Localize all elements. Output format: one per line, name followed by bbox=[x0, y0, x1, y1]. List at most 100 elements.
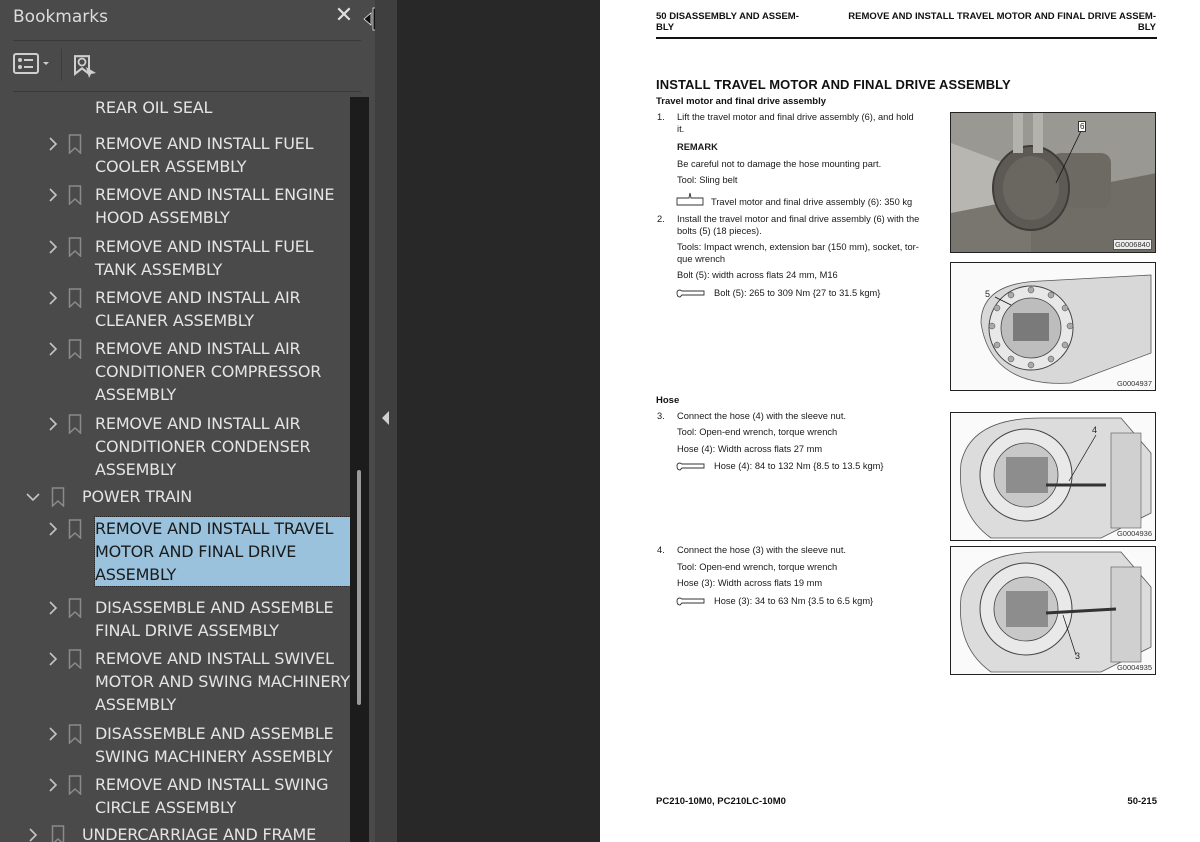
bolt-torque: Bolt (5): 265 to 309 Nm {27 to 31.5 kgm} bbox=[714, 288, 881, 298]
chevron-right-icon[interactable] bbox=[46, 521, 60, 537]
torque-wrench-icon bbox=[676, 287, 706, 305]
close-icon[interactable]: ✕ bbox=[333, 4, 355, 28]
bookmark-label[interactable]: REMOVE AND INSTALL TRAVEL MOTOR AND FINA… bbox=[94, 516, 350, 587]
chevron-right-icon[interactable] bbox=[46, 239, 60, 255]
chevron-right-icon[interactable] bbox=[46, 136, 60, 152]
page-title: INSTALL TRAVEL MOTOR AND FINAL DRIVE ASS… bbox=[656, 77, 1011, 92]
collapse-panel-icon[interactable] bbox=[382, 410, 390, 425]
bookmark-label[interactable]: REMOVE AND INSTALL AIR CONDITIONER CONDE… bbox=[95, 412, 350, 481]
remark-label: REMARK bbox=[677, 142, 718, 152]
figure-callout: 6 bbox=[1078, 121, 1087, 132]
bookmarks-panel: Bookmarks ✕ REAR OIL SEAL REMOVE AND INS… bbox=[0, 0, 389, 842]
bookmark-label[interactable]: UNDERCARRIAGE AND FRAME bbox=[82, 823, 342, 842]
bookmarks-header: Bookmarks ✕ bbox=[0, 0, 389, 40]
step-number: 2. bbox=[657, 214, 665, 224]
weight-icon bbox=[676, 192, 704, 211]
chevron-right-icon[interactable] bbox=[46, 341, 60, 357]
step-number: 1. bbox=[657, 112, 665, 122]
section-heading-travel-motor: Travel motor and final drive assembly bbox=[656, 96, 827, 107]
chevron-right-icon[interactable] bbox=[46, 777, 60, 793]
header-rule bbox=[656, 37, 1157, 39]
bookmark-icon bbox=[68, 185, 82, 206]
bookmark-label[interactable]: DISASSEMBLE AND ASSEMBLE FINAL DRIVE ASS… bbox=[95, 596, 350, 642]
section-heading-hose: Hose bbox=[656, 395, 680, 406]
figure-photo-travel-motor: 6 G0006840 bbox=[950, 112, 1156, 253]
header-section: 50 DISASSEMBLY AND ASSEM- BLY bbox=[656, 11, 799, 33]
toolbar-separator bbox=[61, 49, 62, 81]
torque-wrench-icon bbox=[676, 460, 706, 478]
step-number: 4. bbox=[657, 545, 665, 555]
tools-text: Tools: Impact wrench, extension bar (150… bbox=[677, 242, 919, 264]
figure-callout: 4 bbox=[1092, 425, 1098, 435]
bookmark-icon bbox=[68, 288, 82, 309]
figure-callout: 5 bbox=[985, 289, 991, 299]
bookmark-options-icon bbox=[13, 53, 49, 74]
bookmark-icon bbox=[51, 487, 65, 508]
bookmark-label[interactable]: REMOVE AND INSTALL FUEL COOLER ASSEMBLY bbox=[95, 132, 350, 178]
hose-torque: Hose (3): 34 to 63 Nm {3.5 to 6.5 kgm} bbox=[714, 596, 874, 606]
step-text: Install the travel motor and final drive… bbox=[677, 214, 920, 236]
chevron-right-icon[interactable] bbox=[46, 290, 60, 306]
step-text: Lift the travel motor and final drive as… bbox=[677, 112, 914, 134]
bookmark-icon bbox=[68, 649, 82, 670]
remark-text: Be careful not to damage the hose mounti… bbox=[677, 159, 882, 169]
bookmark-icon bbox=[51, 825, 65, 842]
bookmark-icon bbox=[68, 134, 82, 155]
hose-spec: Hose (3): Width across flats 19 mm bbox=[677, 578, 823, 588]
bookmark-label[interactable]: REAR OIL SEAL bbox=[95, 96, 350, 119]
chevron-right-icon[interactable] bbox=[26, 827, 40, 842]
torque-wrench-icon bbox=[676, 595, 706, 613]
bookmarks-toolbar bbox=[0, 42, 375, 90]
bookmark-icon bbox=[68, 775, 82, 796]
chevron-right-icon[interactable] bbox=[46, 726, 60, 742]
bookmark-label[interactable]: POWER TRAIN bbox=[82, 485, 342, 508]
tool-text: Tool: Sling belt bbox=[677, 175, 738, 185]
tool-text: Tool: Open-end wrench, torque wrench bbox=[677, 427, 838, 437]
pdf-page: 50 DISASSEMBLY AND ASSEM- BLY REMOVE AND… bbox=[600, 0, 1200, 842]
find-current-bookmark-icon bbox=[74, 55, 96, 78]
figure-hose-4-diagram: 4 G0004936 bbox=[950, 412, 1156, 541]
figure-id: G0004936 bbox=[1116, 529, 1152, 538]
bookmark-icon bbox=[68, 724, 82, 745]
bookmark-label[interactable]: REMOVE AND INSTALL AIR CLEANER ASSEMBLY bbox=[95, 286, 350, 332]
bookmark-icon bbox=[68, 519, 82, 540]
chevron-right-icon[interactable] bbox=[46, 416, 60, 432]
weight-spec: Travel motor and final drive assembly (6… bbox=[711, 197, 913, 207]
chevron-right-icon[interactable] bbox=[46, 187, 60, 203]
bolt-spec: Bolt (5): width across flats 24 mm, M16 bbox=[677, 270, 838, 280]
header-topic: REMOVE AND INSTALL TRAVEL MOTOR AND FINA… bbox=[848, 11, 1156, 33]
find-current-bookmark-button[interactable] bbox=[72, 50, 100, 80]
bookmark-options-button[interactable] bbox=[13, 52, 53, 76]
footer-page-number: 50-215 bbox=[1127, 796, 1157, 807]
figure-bolts-diagram: 5 G0004937 bbox=[950, 262, 1156, 391]
bookmark-label[interactable]: REMOVE AND INSTALL FUEL TANK ASSEMBLY bbox=[95, 235, 350, 281]
chevron-right-icon[interactable] bbox=[46, 600, 60, 616]
bookmark-icon bbox=[68, 598, 82, 619]
step-text: Connect the hose (4) with the sleeve nut… bbox=[677, 411, 846, 421]
figure-id: G0004937 bbox=[1116, 379, 1152, 388]
chevron-down-icon[interactable] bbox=[26, 489, 40, 505]
figure-id: G0004935 bbox=[1116, 663, 1152, 672]
figure-callout: 3 bbox=[1075, 651, 1081, 661]
step-number: 3. bbox=[657, 411, 665, 421]
bookmark-icon bbox=[68, 414, 82, 435]
tool-text: Tool: Open-end wrench, torque wrench bbox=[677, 562, 838, 572]
bookmark-label[interactable]: REMOVE AND INSTALL SWING CIRCLE ASSEMBLY bbox=[95, 773, 350, 819]
hose-spec: Hose (4): Width across flats 27 mm bbox=[677, 444, 823, 454]
bookmark-label[interactable]: REMOVE AND INSTALL ENGINE HOOD ASSEMBLY bbox=[95, 183, 350, 229]
step-text: Connect the hose (3) with the sleeve nut… bbox=[677, 545, 846, 555]
footer-model: PC210-10M0, PC210LC-10M0 bbox=[656, 796, 786, 807]
bookmark-label[interactable]: DISASSEMBLE AND ASSEMBLE SWING MACHINERY… bbox=[95, 722, 350, 768]
header-divider bbox=[13, 40, 361, 41]
bookmarks-scrollbar-thumb[interactable] bbox=[357, 470, 361, 705]
panel-title: Bookmarks bbox=[13, 7, 108, 27]
bookmark-icon bbox=[68, 339, 82, 360]
figure-hose-3-diagram: 3 G0004935 bbox=[950, 546, 1156, 675]
bookmark-label[interactable]: REMOVE AND INSTALL AIR CONDITIONER COMPR… bbox=[95, 337, 350, 406]
bookmark-tree: REAR OIL SEAL REMOVE AND INSTALL FUEL CO… bbox=[0, 92, 350, 842]
bookmark-label[interactable]: REMOVE AND INSTALL SWIVEL MOTOR AND SWIN… bbox=[95, 647, 350, 716]
hose-torque: Hose (4): 84 to 132 Nm {8.5 to 13.5 kgm} bbox=[714, 461, 884, 471]
figure-id: G0006840 bbox=[1112, 239, 1152, 250]
bookmark-icon bbox=[68, 237, 82, 258]
chevron-right-icon[interactable] bbox=[46, 651, 60, 667]
